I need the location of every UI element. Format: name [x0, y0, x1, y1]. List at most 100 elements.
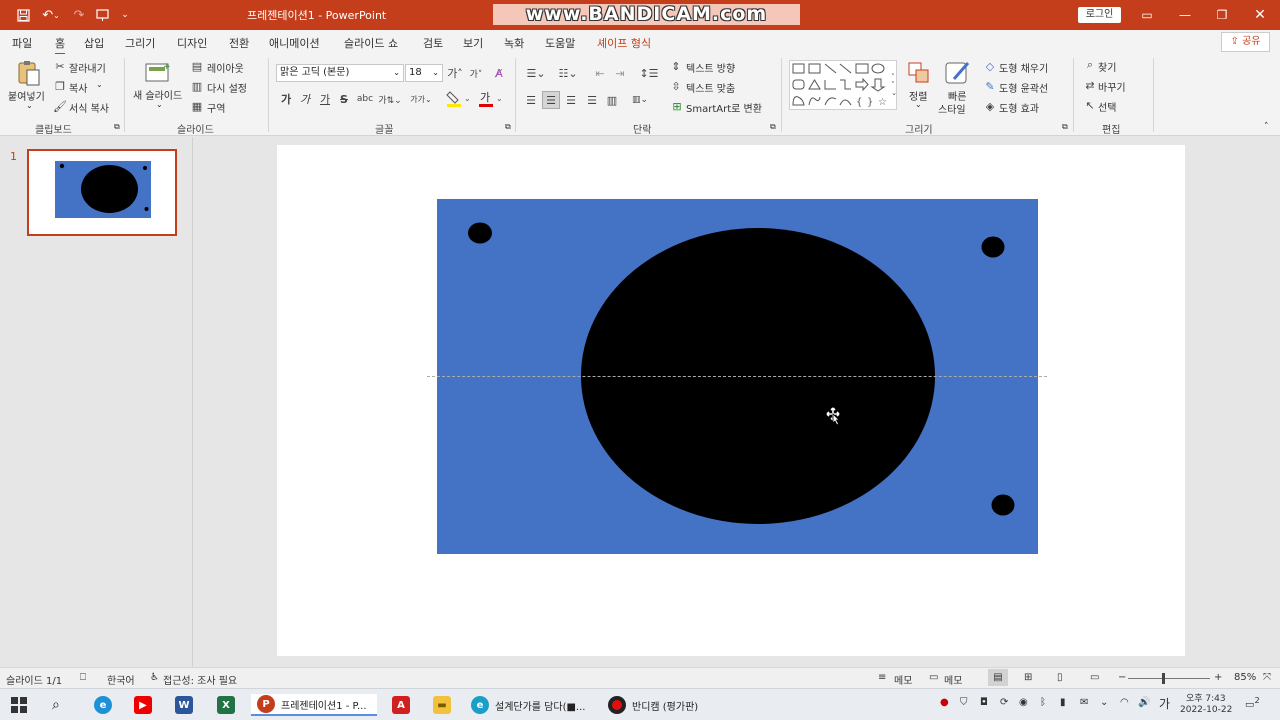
italic-button[interactable]: 가	[299, 92, 311, 106]
cut-button[interactable]: 잘라내기	[69, 60, 106, 75]
justify-icon[interactable]: ☰	[584, 92, 600, 108]
ribbon-display-icon[interactable]: ▭	[1132, 5, 1162, 25]
increase-indent-icon[interactable]: ⇥	[612, 65, 628, 81]
font-launcher-icon[interactable]: ⧉	[505, 122, 511, 132]
font-color-icon[interactable]: 가 ⌄	[478, 90, 504, 108]
shape-outline-button[interactable]: 도형 윤곽선	[999, 80, 1048, 95]
youtube-app-icon[interactable]: ▶	[134, 694, 152, 716]
hidden-tray-icon[interactable]: ⌄	[1100, 697, 1108, 708]
replace-button[interactable]: 바꾸기	[1098, 79, 1126, 94]
chat2-tray-icon[interactable]: ✉	[1080, 697, 1088, 708]
char-spacing-dropdown-icon[interactable]: 가⇅⌄	[378, 92, 402, 106]
paragraph-launcher-icon[interactable]: ⧉	[770, 122, 776, 132]
chat-tray-icon[interactable]: ◉	[1019, 697, 1028, 708]
tab-record[interactable]: 녹화	[504, 35, 524, 51]
windows-start-icon[interactable]	[11, 694, 27, 716]
file-explorer-icon[interactable]: ▬	[433, 694, 451, 716]
arrange-dropdown-icon[interactable]: ⌄	[915, 100, 922, 109]
notification-icon[interactable]: ▭2	[1245, 695, 1260, 710]
excel-app-icon[interactable]: X	[217, 694, 235, 716]
format-painter-button[interactable]: 서식 복사	[69, 100, 109, 115]
quick-styles-icon[interactable]	[944, 59, 972, 87]
tab-view[interactable]: 보기	[463, 35, 483, 51]
notes-button[interactable]: 메모	[894, 672, 912, 687]
share-button[interactable]: ⇪ 공유	[1221, 32, 1270, 52]
tab-shape-format[interactable]: 셰이프 형식	[597, 35, 651, 51]
clear-format-icon[interactable]: A̸	[491, 65, 507, 81]
small-circle-shape[interactable]	[991, 494, 1015, 516]
grow-font-icon[interactable]: 가˄	[447, 65, 463, 81]
smartart-button[interactable]: SmartArt로 변환	[686, 100, 762, 115]
ime-indicator[interactable]: 가	[1159, 695, 1170, 712]
new-slide-dropdown-icon[interactable]: ⌄	[156, 100, 163, 109]
font-size-select[interactable]: 18 ⌄	[405, 64, 443, 82]
slide-thumbnail[interactable]	[27, 149, 177, 236]
small-circle-shape[interactable]	[981, 236, 1005, 258]
new-slide-icon[interactable]: +	[145, 60, 171, 84]
clock-date[interactable]: 2022-10-22	[1180, 705, 1232, 715]
fit-slide-icon[interactable]: ⤧	[1263, 672, 1271, 683]
clipboard-launcher-icon[interactable]: ⧉	[114, 122, 120, 132]
accessibility-status[interactable]: 접근성: 조사 필요	[163, 672, 237, 687]
bold-button[interactable]: 가	[280, 92, 292, 106]
tab-slideshow[interactable]: 슬라이드 쇼	[344, 35, 398, 51]
align-text-button[interactable]: 텍스트 맞춤	[686, 80, 735, 95]
copy-dropdown-icon[interactable]: ⌄	[96, 80, 103, 89]
taskbar-powerpoint[interactable]: P 프레젠테이션1 - P...	[251, 694, 377, 716]
columns-icon[interactable]: ▥⌄	[627, 92, 653, 108]
tab-review[interactable]: 검토	[423, 35, 443, 51]
tab-transitions[interactable]: 전환	[229, 35, 249, 51]
shape-fill-button[interactable]: 도형 채우기	[999, 60, 1048, 75]
layout-button[interactable]: 레이아웃	[207, 60, 244, 75]
zoom-slider[interactable]	[1128, 678, 1210, 679]
taskbar-bandicam[interactable]: 반디캠 (평가판)	[608, 694, 698, 716]
spelling-icon[interactable]: ⎕	[80, 672, 86, 683]
tab-help[interactable]: 도움말	[545, 35, 575, 51]
tab-home[interactable]: 홈	[55, 35, 66, 55]
taskbar-edge[interactable]: e 설계단가를 담다(■...	[471, 694, 585, 716]
reset-button[interactable]: 다시 설정	[207, 80, 247, 95]
highlight-icon[interactable]: ⌄	[446, 90, 472, 108]
numbering-icon[interactable]: ☷⌄	[555, 65, 581, 81]
gallery-scroll-icon[interactable]: ˄ ˅ ⌄	[890, 62, 898, 108]
maximize-icon[interactable]: ❐	[1207, 5, 1237, 25]
tab-animations[interactable]: 애니메이션	[269, 35, 320, 51]
shrink-font-icon[interactable]: 가˅	[468, 65, 484, 81]
align-left-icon[interactable]: ☰	[523, 92, 539, 108]
zoom-out-icon[interactable]: −	[1118, 672, 1126, 683]
distribute-icon[interactable]: ▥	[604, 92, 620, 108]
bluetooth-tray-icon[interactable]: ᛒ	[1040, 697, 1046, 708]
volume-icon[interactable]: 🔊	[1138, 697, 1150, 708]
find-button[interactable]: 찾기	[1098, 59, 1116, 74]
text-direction-button[interactable]: 텍스트 방향	[686, 60, 735, 75]
word-app-icon[interactable]: W	[175, 694, 193, 716]
char-spacing-icon[interactable]: abc	[357, 92, 373, 106]
sync-tray-icon[interactable]: ⟳	[1000, 697, 1008, 708]
line-spacing-icon[interactable]: ↕☰	[637, 65, 661, 81]
redo-icon[interactable]: ↷	[68, 6, 90, 24]
paste-dropdown-icon[interactable]: ⌄	[26, 101, 33, 110]
zoom-slider-thumb[interactable]	[1162, 673, 1165, 684]
save-icon[interactable]	[14, 6, 32, 24]
underline-button[interactable]: 가	[319, 92, 331, 106]
login-button[interactable]: 로그인	[1078, 7, 1121, 23]
undo-icon[interactable]: ↶ ⌄	[38, 6, 64, 24]
search-icon[interactable]: ⌕	[52, 694, 60, 716]
bullets-icon[interactable]: ☰⌄	[523, 65, 549, 81]
small-circle-shape[interactable]	[468, 222, 492, 244]
quick-styles-label-2[interactable]: 스타일	[938, 101, 966, 116]
zoom-level[interactable]: 85%	[1234, 672, 1256, 683]
align-right-icon[interactable]: ☰	[563, 92, 579, 108]
zoom-in-icon[interactable]: +	[1214, 672, 1222, 683]
wifi-icon[interactable]: ◠	[1120, 697, 1129, 708]
comments-button[interactable]: 메모	[944, 672, 962, 687]
record-tray-icon[interactable]: ●	[940, 697, 949, 708]
customize-icon[interactable]: ⌄	[118, 6, 132, 24]
shape-effects-button[interactable]: 도형 효과	[999, 100, 1039, 115]
slide-sorter-icon[interactable]: ⊞	[1024, 672, 1032, 683]
copy-button[interactable]: 복사	[69, 80, 87, 95]
tab-insert[interactable]: 삽입	[84, 35, 104, 51]
reading-view-icon[interactable]: ▯	[1057, 672, 1063, 683]
clock-time[interactable]: 오후 7:43	[1186, 691, 1226, 704]
tab-file[interactable]: 파일	[12, 35, 32, 51]
